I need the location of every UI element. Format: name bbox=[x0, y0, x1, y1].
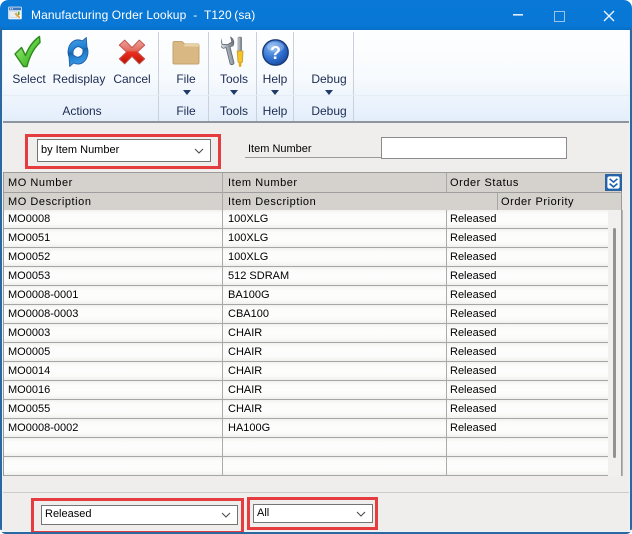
svg-text:?: ? bbox=[270, 43, 281, 63]
